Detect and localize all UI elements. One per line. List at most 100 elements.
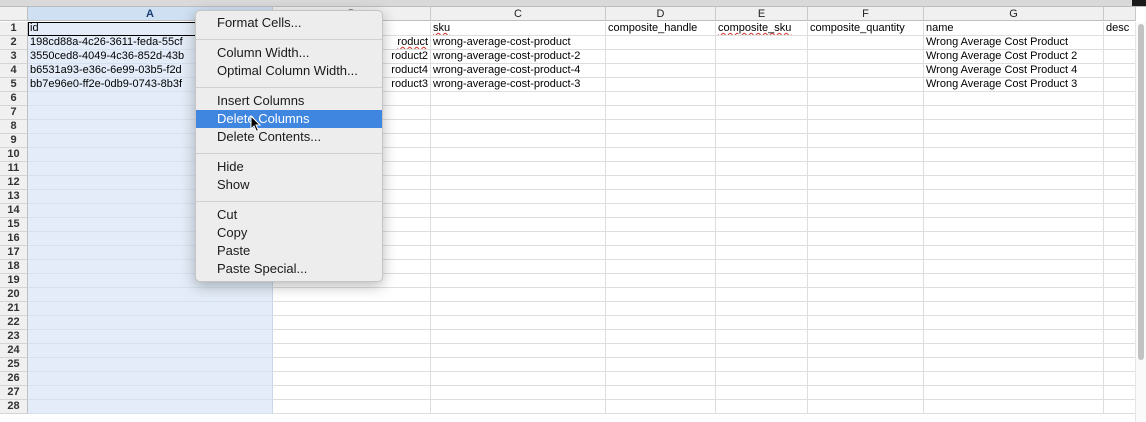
grid-cell[interactable] xyxy=(808,302,924,316)
row-header[interactable]: 13 xyxy=(0,190,28,204)
grid-cell[interactable] xyxy=(808,134,924,148)
row-header[interactable]: 11 xyxy=(0,162,28,176)
grid-cell[interactable] xyxy=(606,92,716,106)
grid-cell[interactable] xyxy=(1104,372,1136,386)
grid-cell[interactable] xyxy=(606,344,716,358)
cell-c4[interactable]: wrong-average-cost-product-4 xyxy=(431,64,606,78)
grid-cell[interactable] xyxy=(716,120,808,134)
grid-cell[interactable] xyxy=(606,274,716,288)
grid-cell[interactable] xyxy=(924,330,1104,344)
grid-cell[interactable] xyxy=(606,134,716,148)
grid-cell[interactable] xyxy=(606,386,716,400)
grid-cell[interactable] xyxy=(431,386,606,400)
grid-cell[interactable] xyxy=(606,204,716,218)
grid-cell[interactable] xyxy=(924,232,1104,246)
grid-cell[interactable] xyxy=(1104,50,1136,64)
grid-cell[interactable] xyxy=(28,330,273,344)
grid-cell[interactable] xyxy=(431,232,606,246)
grid-cell[interactable] xyxy=(808,78,924,92)
grid-cell[interactable] xyxy=(606,372,716,386)
grid-cell[interactable] xyxy=(716,50,808,64)
grid-cell[interactable] xyxy=(1104,120,1136,134)
grid-cell[interactable] xyxy=(808,50,924,64)
row-header[interactable]: 2 xyxy=(0,36,28,50)
grid-cell[interactable] xyxy=(924,204,1104,218)
row-header[interactable]: 1 xyxy=(0,22,28,36)
grid-cell[interactable] xyxy=(28,372,273,386)
grid-cell[interactable] xyxy=(606,78,716,92)
column-header-e[interactable]: E xyxy=(716,7,808,21)
grid-cell[interactable] xyxy=(606,36,716,50)
grid-cell[interactable] xyxy=(716,218,808,232)
grid-cell[interactable] xyxy=(808,316,924,330)
grid-cell[interactable] xyxy=(716,190,808,204)
grid-cell[interactable] xyxy=(273,302,431,316)
grid-cell[interactable] xyxy=(273,330,431,344)
grid-cell[interactable] xyxy=(431,330,606,344)
grid-cell[interactable] xyxy=(808,106,924,120)
grid-cell[interactable] xyxy=(924,358,1104,372)
menu-item-delete-columns[interactable]: Delete Columns xyxy=(196,110,382,128)
grid-cell[interactable] xyxy=(716,78,808,92)
grid-cell[interactable] xyxy=(1104,232,1136,246)
select-all-corner[interactable] xyxy=(0,7,28,21)
cell-c1[interactable]: sku xyxy=(431,22,606,36)
grid-cell[interactable] xyxy=(1104,134,1136,148)
grid-cell[interactable] xyxy=(716,246,808,260)
grid-cell[interactable] xyxy=(924,134,1104,148)
cell-h1[interactable]: desc xyxy=(1104,22,1136,36)
column-header-d[interactable]: D xyxy=(606,7,716,21)
grid-cell[interactable] xyxy=(716,288,808,302)
grid-cell[interactable] xyxy=(273,372,431,386)
grid-cell[interactable] xyxy=(431,92,606,106)
row-header[interactable]: 26 xyxy=(0,372,28,386)
grid-cell[interactable] xyxy=(431,162,606,176)
cell-c2[interactable]: wrong-average-cost-product xyxy=(431,36,606,50)
grid-cell[interactable] xyxy=(808,400,924,414)
grid-cell[interactable] xyxy=(716,330,808,344)
grid-cell[interactable] xyxy=(1104,218,1136,232)
grid-cell[interactable] xyxy=(1104,330,1136,344)
grid-cell[interactable] xyxy=(606,246,716,260)
row-header[interactable]: 23 xyxy=(0,330,28,344)
column-header-c[interactable]: C xyxy=(431,7,606,21)
grid-cell[interactable] xyxy=(716,274,808,288)
grid-cell[interactable] xyxy=(606,64,716,78)
grid-cell[interactable] xyxy=(808,176,924,190)
grid-cell[interactable] xyxy=(716,64,808,78)
grid-cell[interactable] xyxy=(808,120,924,134)
row-header[interactable]: 5 xyxy=(0,78,28,92)
menu-item-show[interactable]: Show xyxy=(196,176,382,194)
grid-cell[interactable] xyxy=(808,148,924,162)
grid-cell[interactable] xyxy=(808,372,924,386)
grid-cell[interactable] xyxy=(924,106,1104,120)
grid-cell[interactable] xyxy=(431,204,606,218)
grid-cell[interactable] xyxy=(924,246,1104,260)
grid-cell[interactable] xyxy=(716,260,808,274)
grid-cell[interactable] xyxy=(431,148,606,162)
grid-cell[interactable] xyxy=(273,288,431,302)
grid-cell[interactable] xyxy=(273,316,431,330)
grid-cell[interactable] xyxy=(716,36,808,50)
grid-cell[interactable] xyxy=(606,288,716,302)
grid-cell[interactable] xyxy=(1104,64,1136,78)
grid-cell[interactable] xyxy=(716,176,808,190)
grid-cell[interactable] xyxy=(606,120,716,134)
grid-cell[interactable] xyxy=(716,162,808,176)
grid-cell[interactable] xyxy=(1104,204,1136,218)
grid-cell[interactable] xyxy=(431,274,606,288)
row-header[interactable]: 8 xyxy=(0,120,28,134)
row-header[interactable]: 24 xyxy=(0,344,28,358)
grid-cell[interactable] xyxy=(716,316,808,330)
grid-cell[interactable] xyxy=(924,400,1104,414)
row-header[interactable]: 10 xyxy=(0,148,28,162)
grid-cell[interactable] xyxy=(808,344,924,358)
grid-cell[interactable] xyxy=(808,204,924,218)
grid-cell[interactable] xyxy=(28,386,273,400)
column-header-h[interactable] xyxy=(1104,7,1136,21)
grid-cell[interactable] xyxy=(431,120,606,134)
grid-cell[interactable] xyxy=(1104,78,1136,92)
grid-cell[interactable] xyxy=(808,260,924,274)
grid-cell[interactable] xyxy=(431,260,606,274)
grid-cell[interactable] xyxy=(924,372,1104,386)
